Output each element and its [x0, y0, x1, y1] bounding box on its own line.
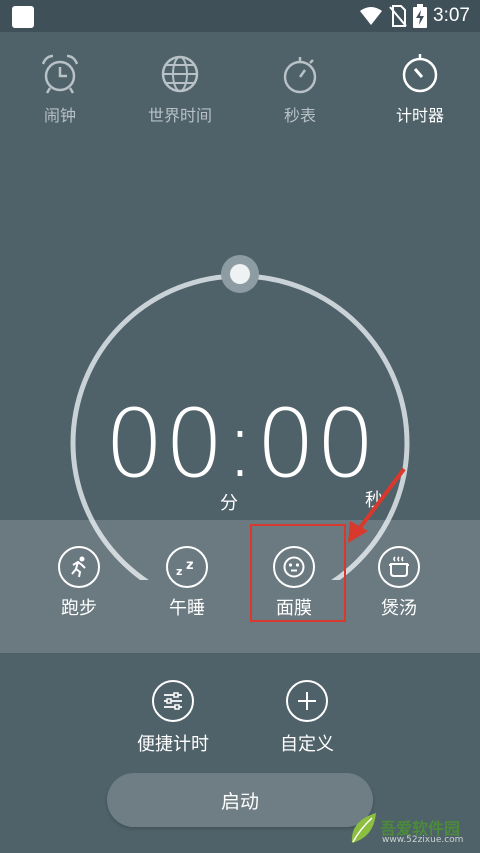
timer-separator: :	[224, 390, 256, 499]
sliders-icon	[152, 680, 194, 722]
preset-soup[interactable]: 煲汤	[349, 546, 449, 620]
preset-label: 午睡	[169, 598, 205, 619]
status-bar: 3:07	[0, 0, 480, 32]
quick-timer-button[interactable]: 便捷计时	[113, 680, 233, 756]
alarm-clock-icon	[41, 54, 79, 94]
svg-text:z: z	[186, 558, 194, 573]
start-button[interactable]: 启动	[107, 773, 373, 827]
wifi-icon	[360, 7, 383, 25]
tab-world-clock[interactable]: 世界时间	[125, 52, 235, 126]
app-square-icon	[12, 6, 34, 28]
running-icon	[58, 546, 100, 588]
globe-icon	[161, 55, 199, 93]
tab-label: 世界时间	[147, 106, 212, 125]
action-label: 自定义	[280, 734, 334, 755]
battery-charging-icon	[413, 4, 428, 28]
tab-label: 计时器	[395, 106, 444, 125]
tab-alarm[interactable]: 闹钟	[5, 52, 115, 126]
no-sim-icon	[389, 5, 407, 27]
stopwatch-icon	[283, 57, 317, 94]
timer-minutes[interactable]: 00	[105, 390, 225, 499]
tab-timer[interactable]: 计时器	[365, 52, 475, 126]
plus-icon	[286, 680, 328, 722]
preset-nap[interactable]: z z 午睡	[137, 546, 237, 620]
preset-label: 跑步	[61, 598, 97, 619]
status-icons: 3:07	[359, 4, 470, 28]
minutes-unit-label: 分	[220, 493, 238, 514]
sleep-zz-icon: z z	[166, 546, 208, 588]
highlight-box	[250, 524, 346, 622]
preset-running[interactable]: 跑步	[29, 546, 129, 620]
status-time: 3:07	[433, 5, 470, 26]
tab-stopwatch[interactable]: 秒表	[245, 52, 355, 126]
leaf-logo-icon	[351, 813, 376, 843]
tab-label: 闹钟	[43, 106, 76, 125]
tab-label: 秒表	[283, 106, 316, 125]
preset-label: 煲汤	[381, 598, 417, 619]
watermark-url: www.52zixue.com	[382, 835, 464, 845]
tab-bar: 闹钟 世界时间 秒表 计时器	[0, 52, 480, 132]
timer-icon	[402, 54, 438, 93]
custom-timer-button[interactable]: 自定义	[247, 680, 367, 756]
soup-pot-icon	[378, 546, 420, 588]
svg-text:z: z	[176, 565, 182, 578]
action-label: 便捷计时	[137, 734, 209, 755]
watermark: 吾爱软件园 www.52zixue.com	[346, 809, 474, 847]
annotation-arrow-icon	[348, 467, 406, 543]
